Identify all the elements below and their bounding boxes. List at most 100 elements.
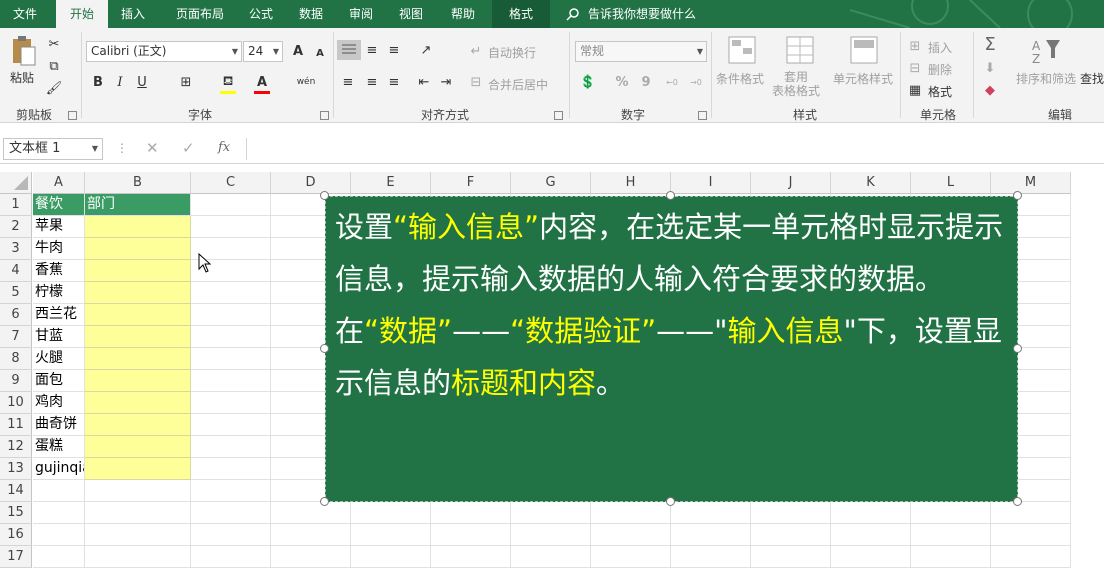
enter-icon[interactable]: ✓ xyxy=(182,139,195,157)
currency-icon[interactable]: 💲 xyxy=(578,72,598,92)
paste-icon[interactable] xyxy=(10,35,38,67)
cell[interactable] xyxy=(191,480,271,502)
fill-icon[interactable]: ⬇ xyxy=(980,58,1000,78)
cell[interactable] xyxy=(191,458,271,480)
cell[interactable] xyxy=(191,414,271,436)
clipboard-launcher-icon[interactable] xyxy=(68,111,77,120)
cell-a[interactable]: 香蕉 xyxy=(33,260,85,282)
bold-button[interactable]: B xyxy=(88,72,108,92)
tab-page-layout[interactable]: 页面布局 xyxy=(164,0,236,28)
resize-handle[interactable] xyxy=(666,497,675,506)
font-size-select[interactable]: 24 ▼ xyxy=(243,41,283,62)
find-button[interactable]: 查找 xyxy=(1080,70,1104,87)
cell-a[interactable]: 曲奇饼 xyxy=(33,414,85,436)
row-header[interactable]: 10 xyxy=(0,392,32,414)
cell-b[interactable] xyxy=(85,304,191,326)
cell[interactable] xyxy=(191,282,271,304)
row-header[interactable]: 1 xyxy=(0,194,32,216)
cell[interactable] xyxy=(191,546,271,568)
cell[interactable] xyxy=(751,502,831,524)
row-header[interactable]: 13 xyxy=(0,458,32,480)
cell[interactable] xyxy=(911,524,991,546)
cell[interactable] xyxy=(511,546,591,568)
cell[interactable] xyxy=(831,524,911,546)
select-all-corner[interactable] xyxy=(0,172,32,194)
font-color-button[interactable]: A xyxy=(252,72,272,92)
cell[interactable] xyxy=(911,502,991,524)
column-header-m[interactable]: M xyxy=(991,172,1071,194)
cell[interactable] xyxy=(191,392,271,414)
resize-handle[interactable] xyxy=(1013,344,1022,353)
cell[interactable] xyxy=(591,524,671,546)
tab-view[interactable]: 视图 xyxy=(390,0,432,28)
cell[interactable] xyxy=(191,216,271,238)
row-header[interactable]: 4 xyxy=(0,260,32,282)
resize-handle[interactable] xyxy=(320,191,329,200)
cell-b[interactable] xyxy=(85,216,191,238)
row-header[interactable]: 5 xyxy=(0,282,32,304)
resize-handle[interactable] xyxy=(1013,497,1022,506)
cell-b[interactable] xyxy=(85,260,191,282)
align-center-icon[interactable]: ≡ xyxy=(362,72,382,92)
orientation-icon[interactable]: ↗ xyxy=(416,40,436,60)
cell[interactable] xyxy=(591,502,671,524)
column-header-j[interactable]: J xyxy=(751,172,831,194)
underline-button[interactable]: U xyxy=(132,72,152,92)
resize-handle[interactable] xyxy=(320,344,329,353)
merge-center-icon[interactable]: ⊟ xyxy=(466,72,486,92)
cell-a[interactable] xyxy=(33,480,85,502)
delete-cells-icon[interactable]: ⊟ xyxy=(905,58,925,78)
format-cells-icon[interactable]: ▦ xyxy=(905,80,925,100)
cell[interactable] xyxy=(991,502,1071,524)
cell[interactable] xyxy=(191,326,271,348)
row-header[interactable]: 2 xyxy=(0,216,32,238)
tab-formulas[interactable]: 公式 xyxy=(240,0,282,28)
cancel-icon[interactable]: ✕ xyxy=(146,139,159,157)
cell[interactable] xyxy=(991,546,1071,568)
row-header[interactable]: 14 xyxy=(0,480,32,502)
conditional-format-button[interactable]: 条件格式 xyxy=(716,70,764,87)
decrease-decimal-icon[interactable]: →0 xyxy=(686,72,706,92)
header-cell-b[interactable]: 部门 xyxy=(85,194,191,216)
cell[interactable] xyxy=(431,502,511,524)
insert-function-button[interactable]: fx xyxy=(218,140,230,155)
header-cell-a[interactable]: 餐饮 xyxy=(33,194,85,216)
copy-icon[interactable]: ⧉ xyxy=(44,56,64,76)
text-box[interactable]: 设置“输入信息”内容，在选定某一单元格时显示提示信息，提示输入数据的人输入符合要… xyxy=(325,196,1018,502)
cell[interactable] xyxy=(351,546,431,568)
format-as-table-icon[interactable] xyxy=(786,36,814,64)
tab-help[interactable]: 帮助 xyxy=(442,0,484,28)
cell-a[interactable]: 牛肉 xyxy=(33,238,85,260)
cell-b[interactable] xyxy=(85,348,191,370)
sort-filter-icon[interactable]: AZ xyxy=(1030,36,1062,66)
tab-insert[interactable]: 插入 xyxy=(110,0,156,28)
column-header-l[interactable]: L xyxy=(911,172,991,194)
border-icon[interactable]: ⊞ xyxy=(176,72,196,92)
format-as-table-button[interactable]: 套用 表格格式 xyxy=(772,70,820,98)
number-launcher-icon[interactable] xyxy=(698,111,707,120)
cell-a[interactable]: 西兰花 xyxy=(33,304,85,326)
wrap-text-icon[interactable]: ↵ xyxy=(466,41,486,61)
increase-indent-icon[interactable]: ⇥ xyxy=(436,72,456,92)
percent-button[interactable]: % xyxy=(612,72,632,92)
insert-cells-icon[interactable]: ⊞ xyxy=(905,36,925,56)
align-middle-icon[interactable]: ≡ xyxy=(362,40,382,60)
cell[interactable] xyxy=(671,546,751,568)
tab-review[interactable]: 审阅 xyxy=(340,0,382,28)
row-header[interactable]: 11 xyxy=(0,414,32,436)
row-header[interactable]: 17 xyxy=(0,546,32,568)
cell[interactable] xyxy=(671,524,751,546)
cell[interactable] xyxy=(191,304,271,326)
cell-b[interactable] xyxy=(85,370,191,392)
column-header-a[interactable]: A xyxy=(33,172,85,194)
align-bottom-icon[interactable]: ≡ xyxy=(384,40,404,60)
align-right-icon[interactable]: ≡ xyxy=(384,72,404,92)
row-header[interactable]: 9 xyxy=(0,370,32,392)
cell[interactable] xyxy=(751,524,831,546)
cell[interactable] xyxy=(351,524,431,546)
cell-b[interactable] xyxy=(85,480,191,502)
cell[interactable] xyxy=(831,546,911,568)
column-header-d[interactable]: D xyxy=(271,172,351,194)
formula-input[interactable] xyxy=(246,138,1104,160)
row-header[interactable]: 12 xyxy=(0,436,32,458)
